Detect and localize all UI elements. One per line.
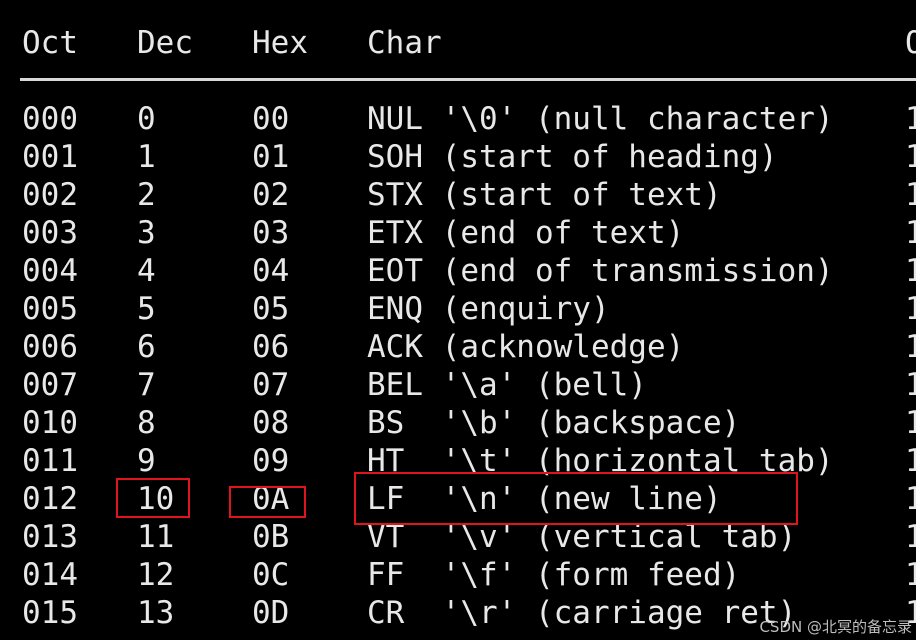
- cell-dec: 13: [137, 595, 175, 631]
- header-char: Char: [367, 25, 442, 61]
- cell-dec: 6: [137, 329, 156, 365]
- table-row: 006 6 06 ACK (acknowledge) 1: [0, 328, 916, 366]
- cell-hex: 04: [252, 253, 290, 289]
- cell-char: ETX (end of text): [367, 215, 685, 251]
- cell-hex: 03: [252, 215, 290, 251]
- cell-dec: 1: [137, 139, 156, 175]
- cell-hex: 09: [252, 443, 290, 479]
- header-divider: [20, 78, 916, 81]
- cell-next: 1: [905, 443, 916, 479]
- cell-char: BS '\b' (backspace): [367, 405, 741, 441]
- cell-hex: 02: [252, 177, 290, 213]
- cell-char: EOT (end of transmission): [367, 253, 834, 289]
- cell-oct: 001: [22, 139, 78, 175]
- highlight-box-hex: [229, 486, 306, 518]
- cell-dec: 3: [137, 215, 156, 251]
- cell-oct: 003: [22, 215, 78, 251]
- table-row: 005 5 05 ENQ (enquiry) 1: [0, 290, 916, 328]
- cell-next: 1: [905, 405, 916, 441]
- cell-oct: 014: [22, 557, 78, 593]
- cell-oct: 013: [22, 519, 78, 555]
- cell-next: 1: [905, 367, 916, 403]
- cell-dec: 4: [137, 253, 156, 289]
- cell-next: 1: [905, 101, 916, 137]
- cell-char: ENQ (enquiry): [367, 291, 610, 327]
- cell-char: SOH (start of heading): [367, 139, 778, 175]
- cell-oct: 002: [22, 177, 78, 213]
- table-row: 001 1 01 SOH (start of heading) 1: [0, 138, 916, 176]
- highlight-box-dec: [116, 478, 190, 518]
- cell-char: ACK (acknowledge): [367, 329, 685, 365]
- table-row: 014 12 0C FF '\f' (form feed) 1: [0, 556, 916, 594]
- cell-oct: 007: [22, 367, 78, 403]
- cell-dec: 5: [137, 291, 156, 327]
- header-dec: Dec: [137, 25, 193, 61]
- cell-hex: 01: [252, 139, 290, 175]
- cell-dec: 7: [137, 367, 156, 403]
- cell-next: 1: [905, 139, 916, 175]
- cell-next: 1: [905, 481, 916, 517]
- cell-oct: 000: [22, 101, 78, 137]
- cell-dec: 12: [137, 557, 175, 593]
- cell-dec: 2: [137, 177, 156, 213]
- table-row: 010 8 08 BS '\b' (backspace) 1: [0, 404, 916, 442]
- cell-oct: 005: [22, 291, 78, 327]
- table-row: 000 0 00 NUL '\0' (null character) 1: [0, 100, 916, 138]
- cell-char: BEL '\a' (bell): [367, 367, 647, 403]
- cell-next: 1: [905, 291, 916, 327]
- cell-next: 1: [905, 177, 916, 213]
- table-row: 002 2 02 STX (start of text) 1: [0, 176, 916, 214]
- cell-char: FF '\f' (form feed): [367, 557, 741, 593]
- cell-char: CR '\r' (carriage ret): [367, 595, 797, 631]
- cell-hex: 0C: [252, 557, 290, 593]
- cell-hex: 08: [252, 405, 290, 441]
- cell-dec: 8: [137, 405, 156, 441]
- cell-hex: 00: [252, 101, 290, 137]
- cell-hex: 05: [252, 291, 290, 327]
- cell-oct: 011: [22, 443, 78, 479]
- table-row: 004 4 04 EOT (end of transmission) 1: [0, 252, 916, 290]
- cell-dec: 0: [137, 101, 156, 137]
- cell-next: 1: [905, 519, 916, 555]
- header-next: O: [905, 25, 916, 61]
- cell-next: 1: [905, 329, 916, 365]
- cell-dec: 9: [137, 443, 156, 479]
- header-oct: Oct: [22, 25, 78, 61]
- cell-next: 1: [905, 557, 916, 593]
- highlight-box-char: [354, 472, 798, 525]
- cell-oct: 004: [22, 253, 78, 289]
- cell-next: 1: [905, 215, 916, 251]
- cell-oct: 010: [22, 405, 78, 441]
- watermark: CSDN @北冥的备忘录: [759, 618, 912, 636]
- cell-oct: 015: [22, 595, 78, 631]
- table-row: 007 7 07 BEL '\a' (bell) 1: [0, 366, 916, 404]
- cell-dec: 11: [137, 519, 175, 555]
- cell-next: 1: [905, 253, 916, 289]
- header-hex: Hex: [252, 25, 308, 61]
- cell-char: NUL '\0' (null character): [367, 101, 834, 137]
- cell-hex: 0B: [252, 519, 290, 555]
- cell-hex: 06: [252, 329, 290, 365]
- cell-oct: 006: [22, 329, 78, 365]
- cell-oct: 012: [22, 481, 78, 517]
- cell-char: STX (start of text): [367, 177, 722, 213]
- cell-hex: 07: [252, 367, 290, 403]
- table-row: 003 3 03 ETX (end of text) 1: [0, 214, 916, 252]
- cell-hex: 0D: [252, 595, 290, 631]
